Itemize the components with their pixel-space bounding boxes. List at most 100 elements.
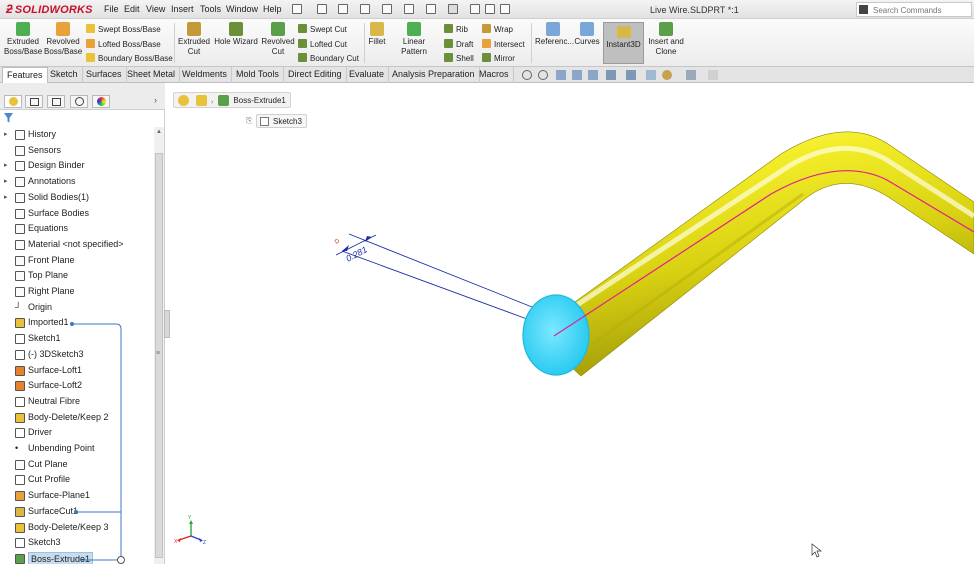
model-view[interactable]: 0.281 D Y X Z: [171, 84, 974, 564]
tree-node[interactable]: Material <not specified>: [0, 237, 153, 252]
menu-edit[interactable]: Edit: [124, 4, 140, 14]
feature-manager-tab[interactable]: [4, 95, 22, 108]
breadcrumb[interactable]: › Boss-Extrude1: [173, 92, 291, 108]
search-input[interactable]: [873, 4, 969, 16]
instant3d-button[interactable]: Instant3D: [603, 22, 644, 64]
tree-node[interactable]: ▸ Annotations: [0, 174, 153, 189]
scroll-up-icon[interactable]: ▲: [155, 129, 163, 138]
tree-node[interactable]: Equations: [0, 221, 153, 236]
breadcrumb-feature[interactable]: Boss-Extrude1: [233, 96, 285, 105]
intersect-button[interactable]: Intersect: [482, 39, 525, 49]
select-icon[interactable]: [448, 4, 458, 14]
edit-appearance-icon[interactable]: [662, 70, 672, 80]
undo-icon[interactable]: [404, 4, 414, 14]
configuration-manager-tab[interactable]: [47, 95, 65, 108]
menu-window[interactable]: Window: [226, 4, 258, 14]
tree-node[interactable]: Neutral Fibre: [0, 394, 153, 409]
tree-node[interactable]: Front Plane: [0, 253, 153, 268]
pin-icon[interactable]: [292, 4, 302, 14]
tree-scrollbar[interactable]: ▲: [154, 127, 164, 564]
previous-view-icon[interactable]: [556, 70, 566, 80]
menu-insert[interactable]: Insert: [171, 4, 194, 14]
boss-extrude-icon[interactable]: [217, 95, 229, 106]
lofted-cut-button[interactable]: Lofted Cut: [298, 39, 347, 49]
tab-features[interactable]: Features: [2, 67, 48, 83]
open-icon[interactable]: [338, 4, 348, 14]
boundary-cut-button[interactable]: Boundary Cut: [298, 53, 359, 63]
zoom-to-fit-icon[interactable]: [522, 70, 532, 80]
hide-show-items-icon[interactable]: [646, 70, 656, 80]
draft-button[interactable]: Draft: [444, 39, 473, 49]
wire-tube[interactable]: [522, 131, 974, 377]
options-icon[interactable]: [500, 4, 510, 14]
display-style-icon[interactable]: [626, 70, 636, 80]
tree-node[interactable]: Body-Delete/Keep 3: [0, 520, 153, 535]
tree-node[interactable]: Cut Plane: [0, 457, 153, 472]
mirror-button[interactable]: Mirror: [482, 53, 515, 63]
redo-icon[interactable]: [426, 4, 436, 14]
display-manager-tab[interactable]: [92, 95, 110, 108]
chevron-right-icon[interactable]: ›: [154, 95, 157, 105]
tree-node[interactable]: ▸ Design Binder: [0, 158, 153, 173]
fillet-button[interactable]: Fillet: [366, 22, 388, 47]
swept-cut-button[interactable]: Swept Cut: [298, 24, 347, 34]
tree-node[interactable]: Top Plane: [0, 268, 153, 283]
new-document-icon[interactable]: [317, 4, 327, 14]
expand-arrow-icon[interactable]: ▸: [4, 158, 8, 173]
lofted-boss-button[interactable]: Lofted Boss/Base: [86, 39, 161, 49]
tree-node[interactable]: Imported1: [0, 315, 153, 330]
curves-button[interactable]: Curves: [573, 22, 601, 47]
apply-scene-icon[interactable]: [686, 70, 696, 80]
tab-sheet-metal[interactable]: Sheet Metal: [123, 67, 181, 83]
panel-collapse-grip[interactable]: [164, 310, 170, 338]
tab-evaluate[interactable]: Evaluate: [345, 67, 390, 83]
tree-node[interactable]: • Unbending Point: [0, 441, 153, 456]
menu-help[interactable]: Help: [263, 4, 282, 14]
part-icon[interactable]: [178, 95, 189, 106]
tree-node[interactable]: Sensors: [0, 143, 153, 158]
tree-node[interactable]: Driver: [0, 425, 153, 440]
solidworks-logo[interactable]: ƻ SOLIDWORKS: [6, 2, 93, 16]
insert-clone-button[interactable]: Insert and Clone: [646, 22, 686, 57]
zoom-area-icon[interactable]: [538, 70, 548, 80]
reference-geometry-button[interactable]: Referenc...: [535, 22, 574, 47]
tree-node[interactable]: Sketch1: [0, 331, 153, 346]
swept-boss-button[interactable]: Swept Boss/Base: [86, 24, 161, 34]
search-commands[interactable]: [856, 2, 972, 17]
extruded-cut-button[interactable]: Extruded Cut: [176, 22, 212, 57]
tree-node[interactable]: Cut Profile: [0, 472, 153, 487]
rib-button[interactable]: Rib: [444, 24, 468, 34]
view-orientation-icon[interactable]: [606, 70, 616, 80]
save-icon[interactable]: [360, 4, 370, 14]
tab-mold-tools[interactable]: Mold Tools: [232, 67, 284, 83]
tree-node[interactable]: ┘ Origin: [0, 300, 153, 315]
section-view-icon[interactable]: [572, 70, 582, 80]
tab-analysis-preparation[interactable]: Analysis Preparation: [388, 67, 480, 83]
expand-arrow-icon[interactable]: ▸: [4, 174, 8, 189]
splitter-handle-icon[interactable]: ≡: [156, 350, 160, 357]
shell-button[interactable]: Shell: [444, 53, 474, 63]
filter-icon[interactable]: [4, 113, 13, 123]
linear-pattern-button[interactable]: Linear Pattern: [389, 22, 439, 57]
expand-arrow-icon[interactable]: ▸: [4, 127, 8, 142]
tree-node[interactable]: (-) 3DSketch3: [0, 347, 153, 362]
tree-node[interactable]: ▸ Solid Bodies(1): [0, 190, 153, 205]
menu-file[interactable]: File: [104, 4, 119, 14]
extruded-boss-button[interactable]: Extruded Boss/Base: [4, 22, 42, 57]
boundary-boss-button[interactable]: Boundary Boss/Base: [86, 53, 173, 63]
tree-node[interactable]: SurfaceCut1: [0, 504, 153, 519]
tree-node[interactable]: Boss-Extrude1: [0, 551, 153, 564]
wrap-button[interactable]: Wrap: [482, 24, 513, 34]
revolved-boss-button[interactable]: Revolved Boss/Base: [44, 22, 82, 57]
tab-macros[interactable]: Macros: [475, 67, 514, 83]
revolved-cut-button[interactable]: Revolved Cut: [260, 22, 296, 57]
view-settings-icon[interactable]: [708, 70, 718, 80]
tree-node[interactable]: Surface-Plane1: [0, 488, 153, 503]
property-manager-tab[interactable]: [25, 95, 43, 108]
tree-node[interactable]: Body-Delete/Keep 2: [0, 410, 153, 425]
tab-sketch[interactable]: Sketch: [46, 67, 83, 83]
rebuild-icon[interactable]: [470, 4, 480, 14]
dimension-annotation[interactable]: 0.281 D: [334, 233, 533, 320]
dynamic-annotation-icon[interactable]: [588, 70, 598, 80]
menu-view[interactable]: View: [146, 4, 165, 14]
